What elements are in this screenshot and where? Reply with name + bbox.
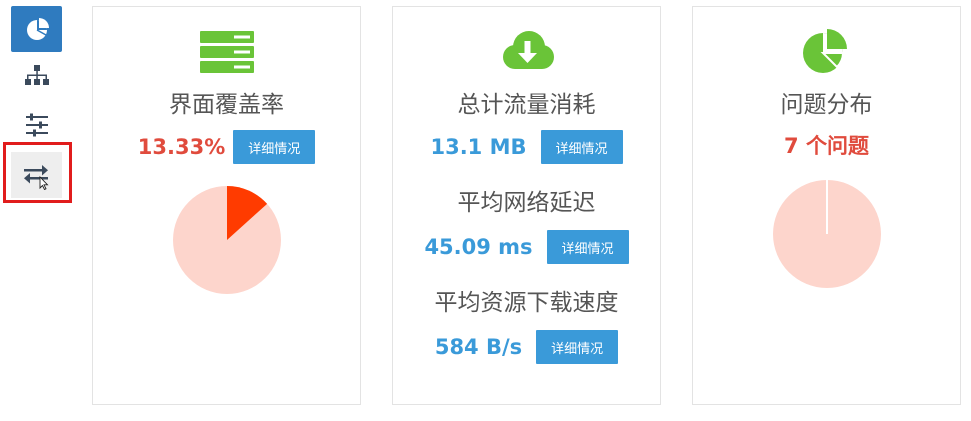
- coverage-card: 界面覆盖率 13.33% 详细情况: [92, 6, 361, 405]
- download-speed-title: 平均资源下载速度: [434, 290, 619, 316]
- traffic-value: 13.1 MB: [430, 135, 527, 159]
- download-speed-detail-button[interactable]: 详细情况: [536, 330, 619, 364]
- pie-chart-icon: [802, 29, 847, 73]
- latency-title: 平均网络延迟: [457, 190, 596, 216]
- pie-chart-icon: [26, 18, 49, 40]
- traffic-card: 总计流量消耗 13.1 MB 详细情况 平均网络延迟 45.09 ms 详细情况…: [392, 6, 661, 405]
- coverage-pie-chart: [173, 186, 281, 294]
- issues-count: 7 个问题: [784, 134, 869, 158]
- coverage-value: 13.33%: [137, 135, 226, 159]
- issues-pie-chart: [773, 180, 881, 288]
- coverage-title: 界面覆盖率: [169, 92, 284, 118]
- issues-card: 问题分布 7 个问题: [692, 6, 961, 405]
- issues-title: 问题分布: [780, 92, 873, 118]
- sidebar-item-structure[interactable]: [11, 53, 62, 99]
- latency-detail-button[interactable]: 详细情况: [546, 230, 629, 264]
- download-speed-value: 584 B/s: [434, 335, 523, 359]
- latency-value: 45.09 ms: [424, 235, 533, 259]
- server-stack-icon: [199, 31, 254, 73]
- cloud-download-icon: [502, 31, 554, 69]
- selection-highlight: [3, 142, 72, 203]
- sidebar: [0, 0, 80, 421]
- traffic-detail-button[interactable]: 详细情况: [540, 130, 623, 164]
- sliders-icon: [25, 113, 48, 137]
- sidebar-item-overview[interactable]: [11, 6, 62, 52]
- sitemap-icon: [24, 65, 49, 85]
- coverage-detail-button[interactable]: 详细情况: [233, 130, 316, 164]
- traffic-title: 总计流量消耗: [457, 92, 596, 118]
